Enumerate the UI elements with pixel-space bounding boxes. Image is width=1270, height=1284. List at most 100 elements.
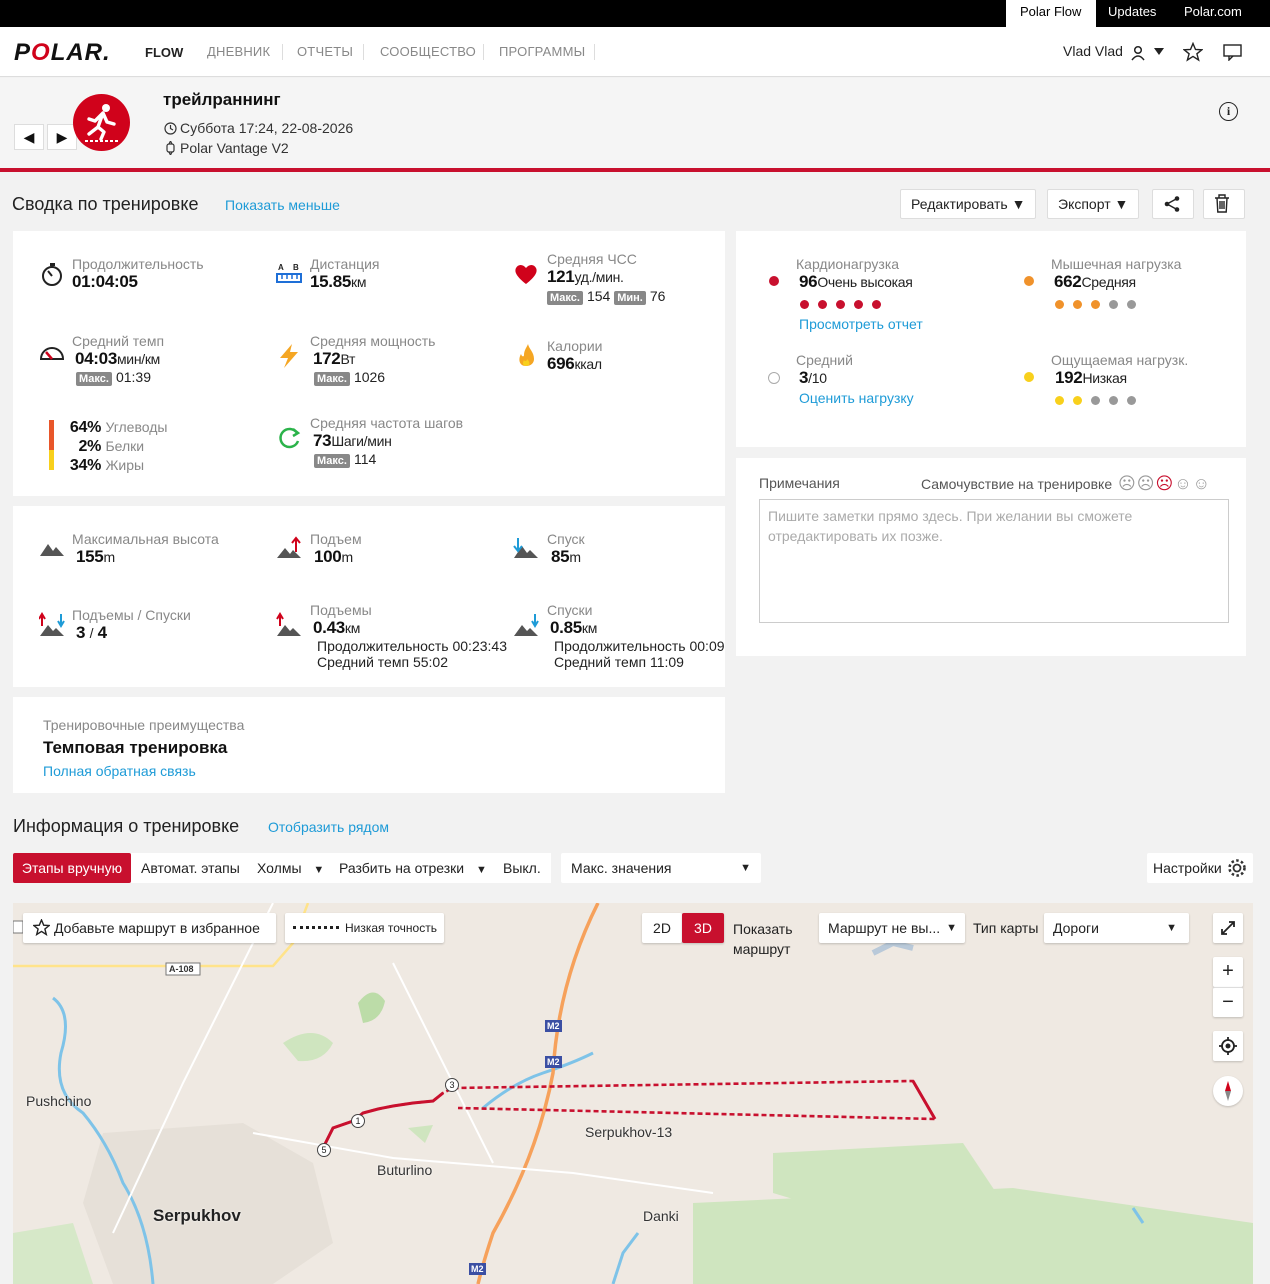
compass-button[interactable]	[1213, 1076, 1243, 1106]
tab-auto-laps[interactable]: Автомат. этапы	[141, 853, 240, 883]
view-3d-button[interactable]: 3D	[682, 913, 724, 943]
nav-reports[interactable]: ОТЧЕТЫ	[297, 44, 353, 59]
fuel-breakdown: 64% Углеводы 2% Белки 34% Жиры	[69, 419, 168, 474]
max-altitude-stat: Максимальная высота 155m	[72, 531, 219, 566]
feeling-label: Самочувствие на тренировке	[921, 476, 1113, 492]
notes-textarea[interactable]: Пишите заметки прямо здесь. При желании …	[759, 499, 1229, 623]
neutral-face-icon[interactable]: ☹	[1155, 474, 1174, 493]
power-stat: Средняя мощность 172Вт Макс. 1026	[310, 333, 436, 386]
view-report-link[interactable]: Просмотреть отчет	[799, 316, 923, 332]
view-2d-button[interactable]: 2D	[642, 913, 682, 943]
muscle-level-dots	[1055, 296, 1181, 314]
training-device: Polar Vantage V2	[164, 139, 289, 157]
cardio-indicator	[769, 276, 779, 286]
ascents-icon	[276, 612, 301, 636]
benefit-label: Тренировочные преимущества	[43, 717, 245, 733]
load-card: Кардионагрузка 96Очень высокая Просмотре…	[736, 231, 1246, 447]
map-canvas[interactable]	[13, 903, 1253, 1284]
tab-manual-laps[interactable]: Этапы вручную	[13, 853, 131, 883]
summary-card: Продолжительность 01:04:05 AB Дистанция …	[13, 231, 725, 496]
polar-flow-link[interactable]: Polar Flow	[1006, 0, 1096, 27]
very-bad-face-icon[interactable]: ☹	[1118, 474, 1137, 493]
add-to-favorites-button[interactable]: Добавьте маршрут в избранное	[23, 913, 276, 943]
updates-link[interactable]: Updates	[1108, 0, 1156, 27]
chevron-down-icon[interactable]	[1154, 48, 1164, 56]
trash-icon	[1215, 194, 1229, 213]
descent-stat: Спуск 85m	[547, 531, 585, 566]
nav-programs[interactable]: ПРОГРАММЫ	[499, 44, 585, 59]
user-name: Vlad Vlad	[1063, 43, 1123, 59]
edit-button[interactable]: Редактировать ▼	[900, 189, 1037, 219]
summary-title: Сводка по тренировке	[12, 194, 199, 214]
notes-card: Примечания Самочувствие на тренировке ☹☹…	[736, 458, 1246, 656]
ascent-stat: Подъем 100m	[310, 531, 362, 566]
locate-button[interactable]	[1213, 1031, 1243, 1061]
descents-stat: Спуски 0.85км Продолжительность 00:09:2 …	[547, 602, 725, 670]
descents-icon	[514, 614, 539, 636]
stopwatch-icon	[42, 263, 62, 286]
top-bar: Polar Flow Updates Polar.com	[0, 0, 1270, 27]
speedometer-icon	[39, 347, 65, 360]
tab-hills[interactable]: Холмы ▼	[257, 853, 324, 883]
nav-community[interactable]: СООБЩЕСТВО	[380, 44, 476, 59]
star-icon[interactable]	[1183, 42, 1203, 62]
cadence-stat: Средняя частота шагов 73Шаги/мин Макс. 11…	[310, 415, 464, 468]
map-type-select[interactable]: Дороги ▼	[1044, 913, 1189, 943]
mountain-icon	[40, 544, 64, 556]
lap-marker[interactable]: 1	[351, 1114, 365, 1128]
polar-com-link[interactable]: Polar.com	[1184, 0, 1242, 27]
zoom-out-button[interactable]: −	[1213, 987, 1243, 1017]
show-less-link[interactable]: Показать меньше	[225, 197, 340, 213]
route-select[interactable]: Маршрут не вы... ▼	[819, 913, 965, 943]
good-face-icon[interactable]: ☺	[1174, 474, 1192, 493]
lap-marker[interactable]: 5	[317, 1143, 331, 1157]
expand-icon	[1221, 921, 1235, 935]
feeling-faces[interactable]: ☹☹☹☺☺	[1118, 474, 1211, 494]
zoom-in-button[interactable]: +	[1213, 957, 1243, 987]
page-title: трейлраннинг	[163, 90, 281, 109]
road-label-m2: M2	[547, 1057, 560, 1067]
place-label: Danki	[643, 1208, 679, 1224]
compass-icon	[1225, 1081, 1231, 1101]
road-label-m2: M2	[471, 1264, 484, 1274]
user-menu[interactable]: Vlad Vlad	[1063, 43, 1123, 59]
route-map[interactable]: A-108 M2 M2 M2 Pushchino Serpukhov-13 Bu…	[13, 903, 1253, 1284]
bad-face-icon[interactable]: ☹	[1137, 474, 1156, 493]
max-values-select[interactable]: Макс. значения ▼	[561, 853, 761, 883]
polar-logo[interactable]: POLAR.	[14, 39, 111, 67]
ascents-stat: Подъемы 0.43км Продолжительность 00:23:4…	[310, 602, 507, 670]
lightning-icon	[280, 344, 298, 368]
heart-icon	[515, 265, 537, 284]
perceived-level-dots	[1055, 392, 1188, 410]
tab-off[interactable]: Выкл.	[503, 853, 541, 883]
lap-marker[interactable]: 3	[445, 1078, 459, 1092]
fullscreen-button[interactable]	[1213, 913, 1243, 943]
info-icon[interactable]: i	[1219, 102, 1238, 121]
full-feedback-link[interactable]: Полная обратная связь	[43, 763, 196, 779]
share-button[interactable]	[1152, 189, 1194, 219]
very-good-face-icon[interactable]: ☺	[1193, 474, 1211, 493]
svg-text:B: B	[293, 263, 299, 272]
distance-icon: AB	[276, 263, 302, 283]
delete-button[interactable]	[1203, 189, 1245, 219]
previous-training-button[interactable]: ◀	[14, 124, 44, 150]
svg-text:A: A	[278, 263, 284, 272]
accuracy-indicator: Низкая точность	[285, 913, 444, 943]
muscle-load-stat: Мышечная нагрузка 662Средняя	[1051, 256, 1181, 314]
rate-load-link[interactable]: Оценить нагрузку	[799, 390, 914, 406]
tab-split-segments[interactable]: Разбить на отрезки ▼	[339, 853, 487, 883]
nav-diary[interactable]: ДНЕВНИК	[207, 44, 270, 59]
calories-stat: Калории 696ккал	[547, 338, 603, 373]
trail-running-icon	[73, 94, 130, 151]
message-icon[interactable]	[1223, 44, 1243, 61]
benefit-value: Темповая тренировка	[43, 738, 228, 757]
main-nav: POLAR. FLOW ДНЕВНИК ОТЧЕТЫ СООБЩЕСТВО ПР…	[0, 27, 1270, 77]
ups-downs-icon	[39, 612, 65, 636]
cadence-icon	[279, 427, 301, 449]
training-header: ◀ ▶ трейлраннинг Суббота 17:24, 22-08-20…	[0, 78, 1270, 172]
flow-label: FLOW	[145, 45, 184, 60]
export-button[interactable]: Экспорт ▼	[1047, 189, 1140, 219]
show-side-by-side-link[interactable]: Отобразить рядом	[268, 819, 389, 835]
user-icon	[1131, 45, 1145, 61]
settings-button[interactable]: Настройки	[1147, 853, 1253, 883]
